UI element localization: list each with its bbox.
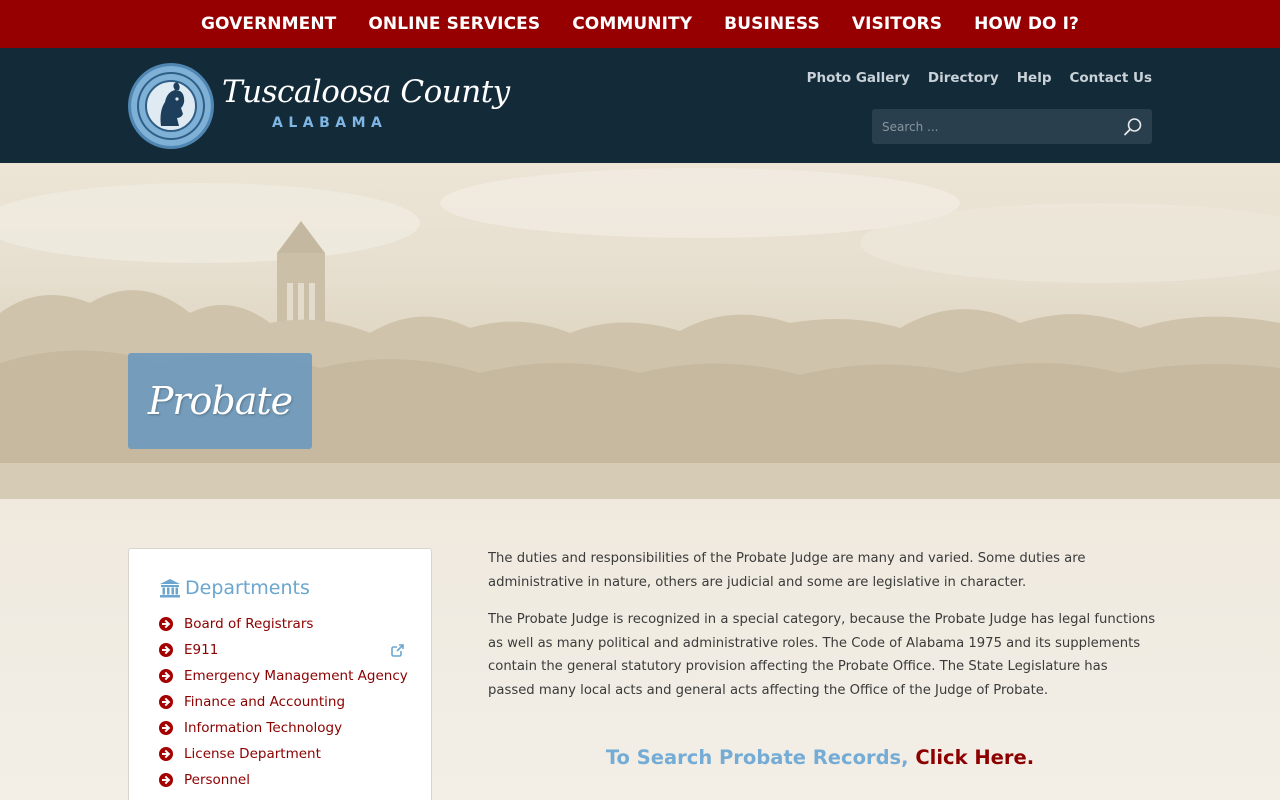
department-link[interactable]: Personnel <box>184 772 250 788</box>
list-item: Emergency Management Agency <box>159 663 408 689</box>
nav-visitors[interactable]: VISITORS <box>852 14 942 34</box>
search-icon[interactable] <box>1122 116 1144 138</box>
search-box <box>872 109 1152 144</box>
logo-title[interactable]: Tuscaloosa County <box>222 74 510 110</box>
external-link-icon[interactable] <box>391 644 404 657</box>
page-title-badge: Probate <box>128 353 312 449</box>
list-item: License Department <box>159 741 404 767</box>
arrow-circle-icon <box>159 721 173 735</box>
nav-online-services[interactable]: ONLINE SERVICES <box>368 14 540 34</box>
nav-business[interactable]: BUSINESS <box>724 14 820 34</box>
description-paragraph: The duties and responsibilities of the P… <box>488 551 1086 590</box>
hero-banner: Probate <box>0 163 1280 499</box>
arrow-circle-icon <box>159 773 173 787</box>
arrow-circle-icon <box>159 747 173 761</box>
utility-links: Photo Gallery Directory Help Contact Us <box>789 70 1152 86</box>
list-item: Board of Registrars <box>159 611 404 637</box>
nav-community[interactable]: COMMUNITY <box>572 14 692 34</box>
click-here-link[interactable]: Click Here. <box>915 746 1034 769</box>
department-link[interactable]: E911 <box>184 642 218 658</box>
arrow-circle-icon <box>159 695 173 709</box>
probate-description: The duties and responsibilities of the P… <box>488 547 1158 716</box>
list-item: Personnel <box>159 767 404 793</box>
util-photo-gallery[interactable]: Photo Gallery <box>807 70 910 86</box>
description-paragraph: The Probate Judge is recognized in a spe… <box>488 612 1156 698</box>
list-item: Information Technology <box>159 715 404 741</box>
site-header: Tuscaloosa County ALABAMA Photo Gallery … <box>0 48 1280 163</box>
bank-icon <box>160 579 180 598</box>
department-list: Board of Registrars E911 Emergency Manag… <box>159 611 408 793</box>
nav-how-do-i[interactable]: HOW DO I? <box>974 14 1079 34</box>
departments-sidebar: Departments Board of Registrars E911 Eme… <box>128 548 432 800</box>
util-directory[interactable]: Directory <box>928 70 999 86</box>
department-link[interactable]: Emergency Management Agency <box>184 668 408 684</box>
department-link[interactable]: Board of Registrars <box>184 616 313 632</box>
sidebar-title: Departments <box>185 577 310 599</box>
list-item: E911 <box>159 637 404 663</box>
department-link[interactable]: License Department <box>184 746 321 762</box>
util-contact-us[interactable]: Contact Us <box>1069 70 1152 86</box>
sidebar-header: Departments <box>159 577 310 599</box>
util-help[interactable]: Help <box>1017 70 1052 86</box>
department-link[interactable]: Finance and Accounting <box>184 694 345 710</box>
cta-lead-text: To Search Probate Records, <box>605 746 909 769</box>
department-link[interactable]: Information Technology <box>184 720 342 736</box>
nav-government[interactable]: GOVERNMENT <box>201 14 336 34</box>
page-title: Probate <box>147 379 293 423</box>
top-navigation: GOVERNMENT ONLINE SERVICES COMMUNITY BUS… <box>0 0 1280 48</box>
search-records-cta: To Search Probate Records, Click Here. <box>488 746 1152 769</box>
seal-graphic <box>145 80 197 132</box>
logo-subtitle: ALABAMA <box>272 115 388 131</box>
county-seal-logo[interactable] <box>128 63 214 149</box>
arrow-circle-icon <box>159 643 173 657</box>
list-item: Finance and Accounting <box>159 689 404 715</box>
search-input[interactable] <box>872 109 1112 144</box>
arrow-circle-icon <box>159 669 173 683</box>
arrow-circle-icon <box>159 617 173 631</box>
